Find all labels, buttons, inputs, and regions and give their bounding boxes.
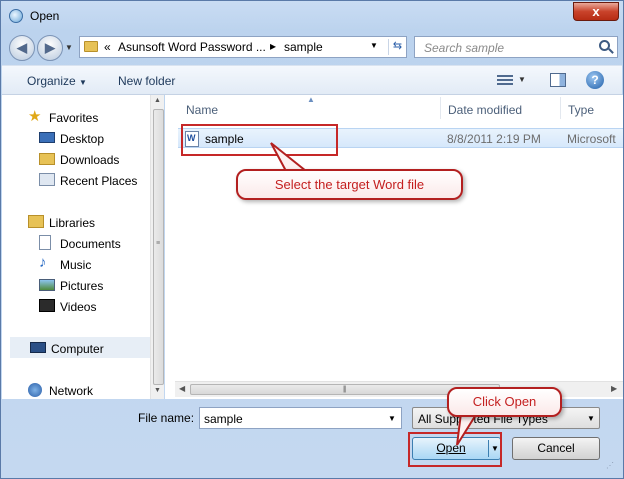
navigation-pane: ★ Favorites Desktop Downloads Recent Pla…: [2, 95, 164, 399]
recent-pages-dropdown-icon[interactable]: ▼: [65, 43, 73, 52]
open-dialog: Open x ◀ ▶ ▼ « Asunsoft Word Password ..…: [0, 0, 624, 479]
breadcrumb-overflow[interactable]: «: [104, 40, 111, 54]
sidebar-item-label: Downloads: [60, 153, 120, 167]
sidebar-item-label: Libraries: [49, 216, 96, 230]
column-label: Date modified: [448, 103, 523, 117]
preview-pane-icon[interactable]: [550, 73, 566, 87]
chevron-right-icon[interactable]: ▸: [270, 39, 276, 53]
pictures-icon: [39, 279, 55, 291]
filename-input[interactable]: sample ▼: [199, 407, 402, 429]
sidebar-item-label: Music: [60, 258, 92, 272]
address-bar[interactable]: « Asunsoft Word Password ... ▸ sample ▼ …: [79, 36, 407, 58]
back-button[interactable]: ◀: [9, 35, 35, 61]
forward-button[interactable]: ▶: [37, 35, 63, 61]
address-dropdown-icon[interactable]: ▼: [370, 41, 378, 50]
folder-icon: [84, 41, 98, 52]
organize-button[interactable]: Organize ▼: [27, 74, 87, 88]
search-placeholder: Search sample: [424, 41, 505, 55]
breadcrumb-asunsoft[interactable]: Asunsoft Word Password ...: [118, 40, 266, 54]
scroll-up-icon[interactable]: ▲: [154, 97, 161, 104]
sidebar-item-label: Computer: [51, 342, 104, 356]
organize-label: Organize: [27, 74, 76, 88]
filename-label: File name:: [138, 411, 195, 425]
star-icon: ★: [28, 108, 42, 125]
views-dropdown-icon[interactable]: ▼: [518, 75, 526, 84]
videos-icon: [39, 299, 55, 312]
computer-icon: [30, 342, 46, 353]
window-title: Open: [30, 9, 60, 23]
scroll-right-icon[interactable]: ▶: [611, 384, 617, 393]
sidebar-item-label: Pictures: [60, 279, 104, 293]
search-icon[interactable]: [599, 40, 610, 51]
network-icon: [28, 383, 42, 397]
sidebar-item-label: Network: [49, 384, 94, 398]
scroll-down-icon[interactable]: ▼: [154, 387, 161, 394]
sidebar-item-label: Favorites: [49, 111, 99, 125]
desktop-icon: [39, 132, 55, 143]
dialog-icon: [9, 9, 23, 23]
sidebar-scrollbar[interactable]: ▲ ≡ ▼: [150, 95, 164, 399]
annotation-select-file: Select the target Word file: [236, 169, 463, 200]
scroll-left-icon[interactable]: ◀: [179, 384, 185, 393]
chevron-down-icon: ▼: [79, 78, 87, 87]
sidebar-item-label: Recent Places: [60, 174, 138, 188]
command-bar: Organize ▼ New folder ▼ ?: [2, 65, 622, 95]
title-bar: Open x: [1, 1, 623, 31]
sidebar-item-label: Videos: [60, 300, 97, 314]
chevron-down-icon: ▼: [587, 414, 595, 423]
refresh-icon[interactable]: ⇆: [388, 39, 406, 55]
recent-places-icon: [39, 173, 55, 186]
column-label: Type: [568, 103, 595, 117]
sidebar-item-label: Documents: [60, 237, 121, 251]
breadcrumb-sample[interactable]: sample: [284, 40, 323, 54]
navigation-bar: ◀ ▶ ▼ « Asunsoft Word Password ... ▸ sam…: [1, 31, 623, 63]
sidebar-item-label: Desktop: [60, 132, 105, 146]
file-date: 8/8/2011 2:19 PM: [447, 132, 541, 146]
filename-value: sample: [204, 412, 243, 426]
new-folder-button[interactable]: New folder: [118, 74, 175, 88]
music-icon: ♪: [39, 254, 47, 271]
file-type: Microsoft: [567, 132, 616, 146]
column-header-name[interactable]: Name: [179, 95, 440, 121]
libraries-icon: [28, 215, 44, 228]
search-input[interactable]: Search sample: [414, 36, 618, 58]
help-icon[interactable]: ?: [586, 71, 604, 89]
filename-dropdown-icon[interactable]: ▼: [388, 414, 396, 423]
annotation-click-open: Click Open: [447, 387, 562, 417]
column-header-date[interactable]: Date modified: [441, 95, 560, 121]
column-header-type[interactable]: Type: [561, 95, 623, 121]
close-button[interactable]: x: [573, 2, 619, 21]
views-icon[interactable]: [497, 73, 513, 87]
cancel-button[interactable]: Cancel: [512, 437, 600, 460]
resize-grip-icon[interactable]: ⋰: [606, 461, 614, 470]
scrollbar-thumb[interactable]: ≡: [153, 109, 164, 385]
documents-icon: [39, 235, 51, 250]
downloads-folder-icon: [39, 153, 55, 165]
column-label: Name: [186, 103, 219, 117]
